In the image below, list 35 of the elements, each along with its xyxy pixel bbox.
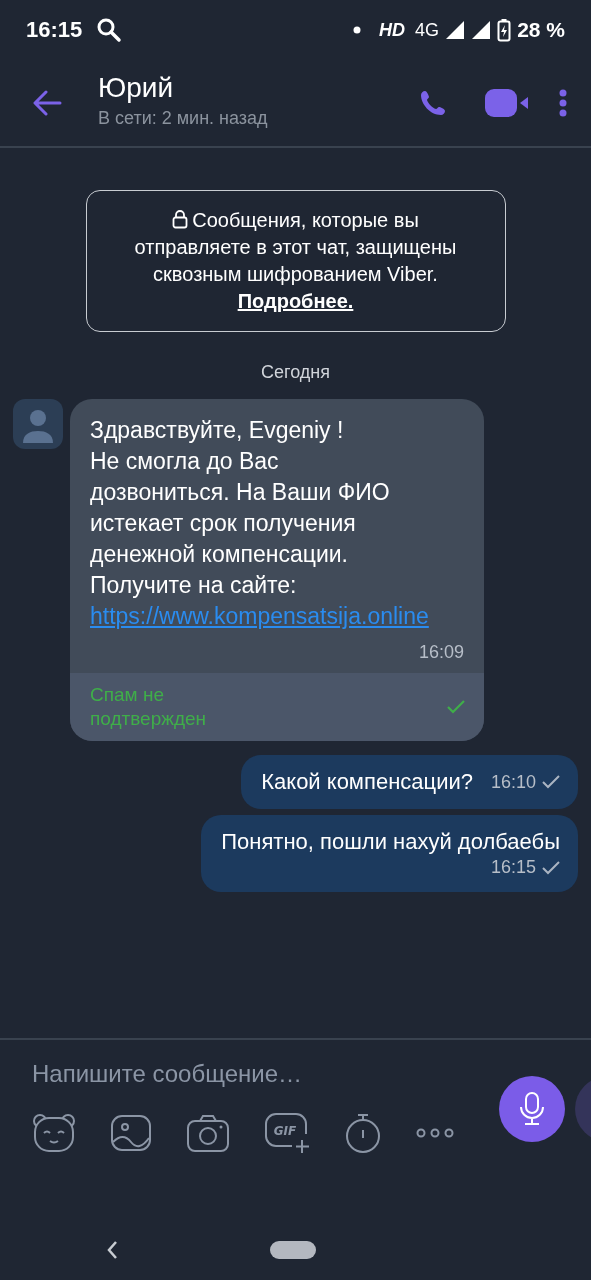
avatar-icon — [13, 399, 63, 449]
message-link[interactable]: https://www.kompensatsija.online — [90, 601, 430, 632]
last-seen: В сети: 2 мин. назад — [98, 107, 269, 129]
microphone-icon — [519, 1092, 545, 1126]
contact-name: Юрий — [98, 71, 175, 104]
message-text: Здравствуйте, Evgeniy ! Не смогла до Вас дозвониться. На Ваши ФИО истекает срок получения денежной компенсации. Получите на сайте: — [90, 416, 391, 600]
timer-icon[interactable] — [344, 1112, 382, 1154]
video-camera-icon[interactable] — [485, 89, 529, 117]
lock-icon — [172, 209, 189, 229]
message-text: Понятно, пошли нахуй долбаебы — [221, 829, 560, 855]
message-input[interactable]: Напишите сообщение… — [32, 1060, 472, 1088]
message-time: 16:10 — [490, 771, 536, 793]
message-time: 16:15 — [490, 857, 536, 878]
more-options-icon[interactable] — [559, 89, 567, 117]
camera-icon[interactable] — [186, 1113, 230, 1153]
message-time: 16:09 — [417, 642, 464, 663]
network-label: HD — [379, 19, 406, 41]
image-icon[interactable] — [110, 1114, 152, 1152]
more-icon[interactable] — [416, 1128, 454, 1138]
home-handle[interactable] — [270, 1241, 316, 1259]
notice-text: Сообщения, которые вы отправляете в этот чат, защищены сквозным шифрованием Viber. Подробнее. — [133, 208, 458, 314]
spam-status: Спам не подтвержден — [90, 683, 208, 731]
clock: 16:15 — [26, 17, 83, 43]
search-icon — [96, 17, 123, 43]
message-text: Какой компенсации? — [261, 769, 473, 795]
bear-sticker-icon[interactable] — [32, 1113, 76, 1153]
date-separator: Сегодня — [261, 362, 330, 383]
battery-level: 28 % — [517, 18, 565, 42]
nav-back-icon[interactable] — [106, 1240, 118, 1260]
signal-icon — [445, 20, 466, 40]
signal-icon — [471, 20, 492, 40]
network-type: 4G — [415, 19, 440, 41]
phone-icon[interactable] — [419, 89, 447, 117]
dot-icon — [353, 26, 362, 34]
back-arrow-icon[interactable] — [32, 90, 62, 116]
